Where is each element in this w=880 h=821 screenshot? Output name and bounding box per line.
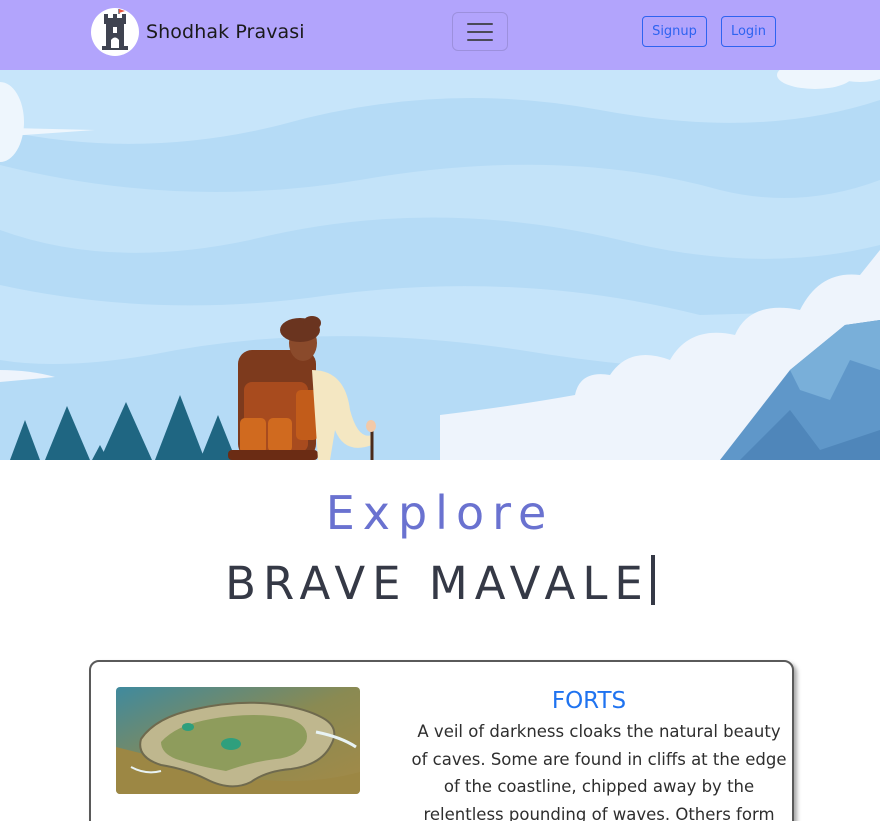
typing-cursor bbox=[650, 555, 655, 605]
hero-banner bbox=[0, 70, 880, 460]
hamburger-menu-icon-bar bbox=[467, 30, 493, 33]
brand[interactable]: Shodhak Pravasi bbox=[91, 8, 305, 56]
login-button[interactable]: Login bbox=[721, 16, 776, 47]
card-description: A veil of darkness cloaks the natural be… bbox=[411, 722, 787, 821]
forts-card[interactable]: FORTS A veil of darkness cloaks the natu… bbox=[89, 660, 794, 821]
typed-heading-text: BRAVE MAVALE bbox=[225, 557, 650, 610]
brand-name[interactable]: Shodhak Pravasi bbox=[146, 21, 305, 43]
sea-fort-image bbox=[116, 687, 360, 794]
navbar: Shodhak Pravasi Signup Login bbox=[0, 0, 880, 70]
card-title: FORTS bbox=[551, 688, 627, 714]
fort-tower-icon[interactable] bbox=[91, 8, 139, 56]
typed-heading: BRAVE MAVALE bbox=[0, 555, 880, 610]
hamburger-menu-button[interactable] bbox=[452, 12, 508, 51]
hamburger-menu-icon-bar bbox=[467, 38, 493, 41]
signup-button[interactable]: Signup bbox=[642, 16, 707, 47]
hamburger-menu-icon bbox=[467, 22, 493, 25]
hero-illustration bbox=[0, 70, 880, 460]
explore-heading: Explore bbox=[325, 486, 555, 540]
